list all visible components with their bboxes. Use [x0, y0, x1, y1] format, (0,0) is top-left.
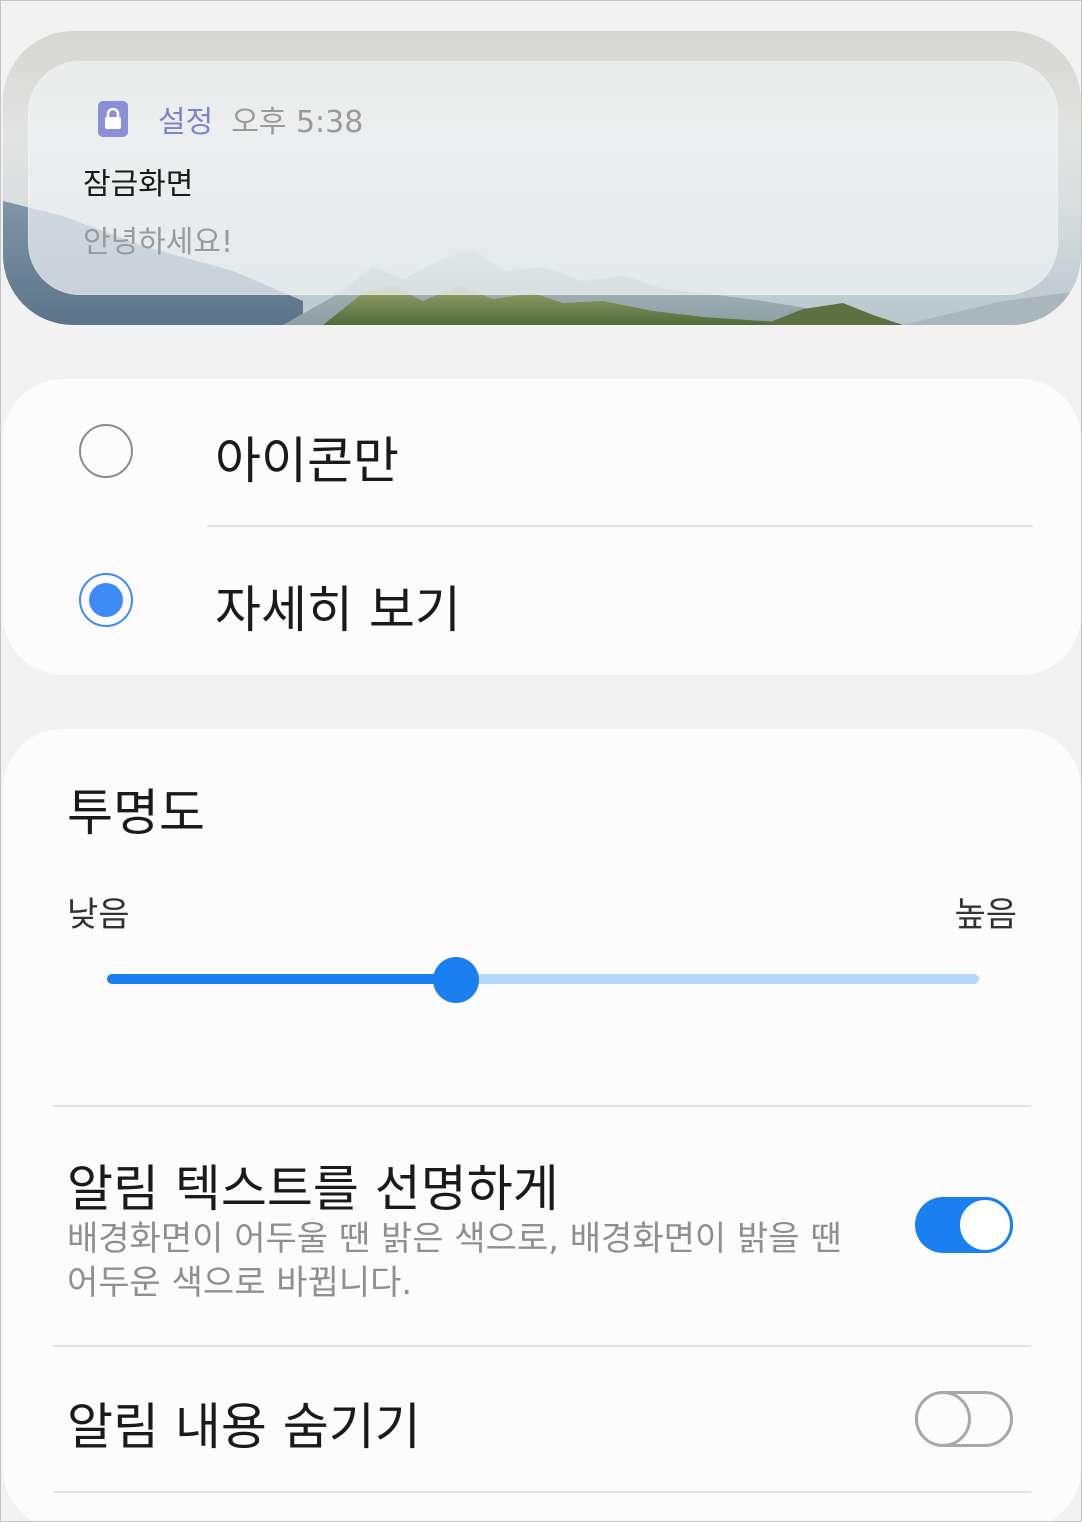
transparency-slider[interactable] [107, 957, 979, 1003]
notification-card: 설정 오후 5:38 잠금화면 안녕하세요! [28, 61, 1058, 295]
app-name: 설정 [158, 105, 214, 140]
toggle-knob [915, 1391, 971, 1447]
option-detailed-view[interactable]: 자세히 보기 [3, 527, 1081, 675]
divider [53, 1491, 1031, 1493]
bold-text-description: 배경화면이 어두울 땐 밝은 색으로, 배경화면이 밝을 땐 어두운 색으로 바… [67, 1219, 842, 1303]
hide-content-title: 알림 내용 숨기기 [67, 1398, 421, 1456]
divider [53, 1105, 1031, 1107]
notification-preview: 설정 오후 5:38 잠금화면 안녕하세요! [3, 31, 1081, 325]
divider [53, 1345, 1031, 1347]
view-style-card: 아이콘만 자세히 보기 [3, 379, 1081, 675]
notification-title: 잠금화면 [83, 167, 194, 202]
toggle-knob [957, 1197, 1013, 1253]
option-label-icons-only: 아이콘만 [215, 432, 399, 490]
bold-text-title: 알림 텍스트를 선명하게 [67, 1160, 559, 1218]
notification-text: 안녕하세요! [83, 225, 234, 260]
bold-text-toggle[interactable] [915, 1197, 1013, 1253]
notification-time: 오후 5:38 [231, 105, 364, 140]
slider-high-label: 높음 [954, 895, 1017, 935]
screen: 설정 오후 5:38 잠금화면 안녕하세요! 아이콘만 자세히 보기 투명도 낮… [0, 0, 1082, 1522]
option-label-detailed-view: 자세히 보기 [215, 581, 461, 639]
slider-fill [107, 974, 456, 984]
transparency-title: 투명도 [67, 784, 205, 842]
option-icons-only[interactable]: 아이콘만 [3, 379, 1081, 527]
lock-icon [98, 101, 128, 137]
settings-card: 투명도 낮음 높음 알림 텍스트를 선명하게 배경화면이 어두울 땐 밝은 색으… [3, 729, 1081, 1521]
hide-content-toggle[interactable] [915, 1391, 1013, 1447]
radio-icons-only[interactable] [79, 424, 133, 478]
notification-header: 설정 오후 5:38 [98, 97, 363, 141]
radio-detailed-view[interactable] [79, 573, 133, 627]
slider-thumb[interactable] [433, 957, 479, 1003]
slider-low-label: 낮음 [67, 895, 130, 935]
